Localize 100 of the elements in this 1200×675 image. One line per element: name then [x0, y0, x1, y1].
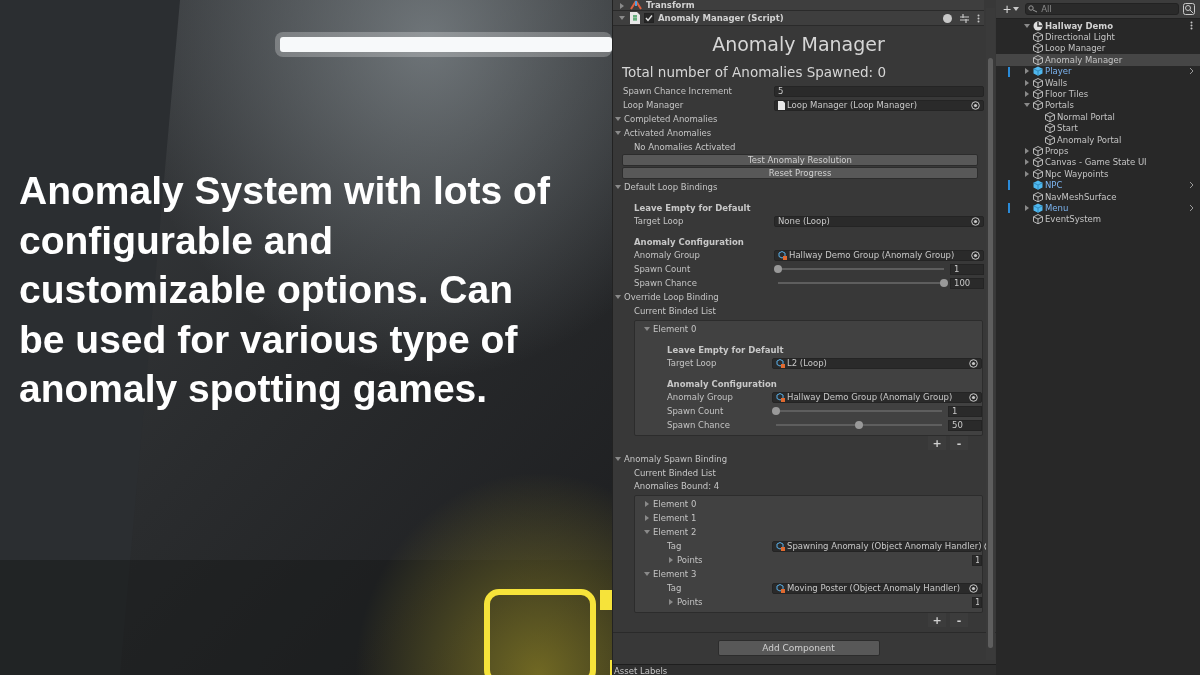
hierarchy-item[interactable]: Player: [996, 65, 1200, 77]
field-label: Spawn Chance: [634, 278, 698, 288]
foldout-header[interactable]: Anomaly Spawn Binding: [614, 452, 984, 466]
count-field[interactable]: 1: [972, 554, 982, 566]
hierarchy-item[interactable]: Portals: [996, 99, 1200, 112]
foldout-header[interactable]: Completed Anomalies: [614, 112, 984, 126]
object-field[interactable]: Moving Poster (Object Anomaly Handler): [772, 582, 982, 594]
help-icon: [943, 13, 952, 23]
hierarchy-item[interactable]: Anomaly Portal: [996, 133, 1200, 146]
caret-icon: [1013, 7, 1020, 11]
cube-icon: [1033, 191, 1043, 202]
hierarchy-item[interactable]: NPC: [996, 179, 1200, 191]
foldout-header[interactable]: Default Loop Bindings: [614, 180, 984, 194]
hierarchy-item[interactable]: Props: [996, 145, 1200, 157]
slider-thumb[interactable]: [855, 421, 863, 429]
add-button[interactable]: +: [928, 436, 946, 450]
more-icon: [1190, 21, 1193, 31]
hierarchy-item[interactable]: Menu: [996, 202, 1200, 214]
cube-icon: [1033, 32, 1043, 43]
component-header[interactable]: Transform: [613, 0, 984, 11]
object-picker-icon: [971, 250, 980, 260]
object-field[interactable]: Hallway Demo Group (Anomaly Group): [774, 249, 984, 261]
object-picker-icon: [971, 216, 980, 226]
object-picker-icon: [969, 583, 978, 593]
hierarchy-item[interactable]: Start: [996, 122, 1200, 134]
prefab-marker: [1008, 180, 1010, 191]
prefab-icon: [776, 541, 785, 551]
cube-icon: [1033, 77, 1043, 88]
scene-icon: [1033, 20, 1043, 31]
number-field[interactable]: 100: [950, 277, 984, 289]
foldout-header[interactable]: Activated Anomalies: [614, 126, 984, 140]
component-header[interactable]: Anomaly Manager (Script): [613, 11, 984, 26]
list-element[interactable]: Element 1: [643, 511, 982, 525]
action-button[interactable]: Reset Progress: [622, 167, 978, 179]
prefab-marker: [1008, 66, 1010, 77]
field-label: Spawn Chance: [667, 420, 731, 430]
scene-item[interactable]: Hallway Demo: [996, 20, 1200, 32]
hierarchy-item[interactable]: Walls: [996, 76, 1200, 89]
add-component-button[interactable]: Add Component: [717, 640, 880, 656]
hierarchy-item[interactable]: Canvas - Game State UI: [996, 156, 1200, 169]
object-picker-icon: [969, 392, 978, 402]
hierarchy-item[interactable]: Normal Portal: [996, 111, 1200, 123]
cube-icon: [1033, 168, 1043, 179]
list-element[interactable]: Element 3: [643, 567, 982, 581]
number-field[interactable]: 5: [774, 85, 984, 97]
hierarchy-item[interactable]: Npc Waypoints: [996, 168, 1200, 180]
field-label: Loop Manager: [623, 100, 685, 110]
prefab-cube-icon: [1033, 202, 1043, 213]
foldout-header[interactable]: Override Loop Binding: [614, 290, 984, 304]
hierarchy-item[interactable]: Loop Manager: [996, 42, 1200, 55]
list-element[interactable]: Element 2: [643, 525, 982, 539]
count-field[interactable]: 1: [972, 596, 982, 608]
slider-thumb[interactable]: [772, 407, 780, 415]
enabled-checkbox[interactable]: [644, 13, 654, 23]
info-text: Current Binded List: [634, 466, 717, 479]
foldout-header[interactable]: Points: [667, 595, 972, 609]
section-heading: Anomaly Configuration: [667, 377, 778, 390]
prefab-icon: [776, 392, 785, 402]
object-field[interactable]: L2 (Loop): [772, 357, 982, 369]
prefab-marker: [1008, 203, 1010, 214]
hierarchy-item[interactable]: Floor Tiles: [996, 88, 1200, 100]
slider-thumb[interactable]: [940, 279, 948, 287]
axis-icon: [630, 0, 642, 10]
create-button[interactable]: +: [1001, 1, 1022, 17]
add-button[interactable]: +: [928, 613, 946, 627]
foldout-header[interactable]: Points: [667, 553, 972, 567]
hierarchy-item[interactable]: NavMeshSurface: [996, 190, 1200, 203]
component-title: Transform: [646, 0, 696, 10]
spawn-total: Total number of Anomalies Spawned: 0: [621, 63, 888, 82]
number-field[interactable]: 1: [950, 263, 984, 275]
search-field[interactable]: All: [1025, 3, 1179, 15]
info-text: Anomalies Bound: 4: [634, 479, 721, 492]
search-options-icon: [1183, 3, 1195, 15]
object-field[interactable]: Hallway Demo Group (Anomaly Group): [772, 391, 982, 403]
cube-icon: [1033, 146, 1043, 156]
object-picker-icon: [971, 100, 980, 110]
more-icon: [977, 13, 980, 23]
number-field[interactable]: 1: [948, 405, 982, 417]
hierarchy-item[interactable]: Anomaly Manager: [996, 54, 1200, 66]
object-field[interactable]: Loop Manager (Loop Manager): [774, 99, 984, 111]
field-label: Spawn Count: [634, 264, 692, 274]
cube-icon: [1033, 89, 1043, 100]
slider-thumb[interactable]: [774, 265, 782, 273]
component-title: Anomaly Manager (Script): [658, 13, 785, 23]
hierarchy-item[interactable]: Directional Light: [996, 31, 1200, 43]
cube-icon: [1045, 123, 1055, 134]
remove-button[interactable]: -: [950, 436, 968, 450]
headline: Anomaly System with lots of configurable and customizable options. Can be used for various type of anomaly spotting games.: [19, 168, 551, 412]
list-element[interactable]: Element 0: [643, 497, 982, 511]
cube-icon: [1033, 100, 1043, 111]
info-text: No Anomalies Activated: [634, 140, 737, 153]
list-element[interactable]: Element 0: [643, 322, 982, 336]
hierarchy-item[interactable]: EventSystem: [996, 213, 1200, 226]
number-field[interactable]: 50: [948, 419, 982, 431]
remove-button[interactable]: -: [950, 613, 968, 627]
search-icon: [1028, 5, 1039, 13]
action-button[interactable]: Test Anomaly Resolution: [622, 154, 978, 166]
prefab-icon: [778, 250, 787, 260]
script-icon: [630, 12, 640, 24]
object-field[interactable]: None (Loop): [774, 215, 984, 227]
